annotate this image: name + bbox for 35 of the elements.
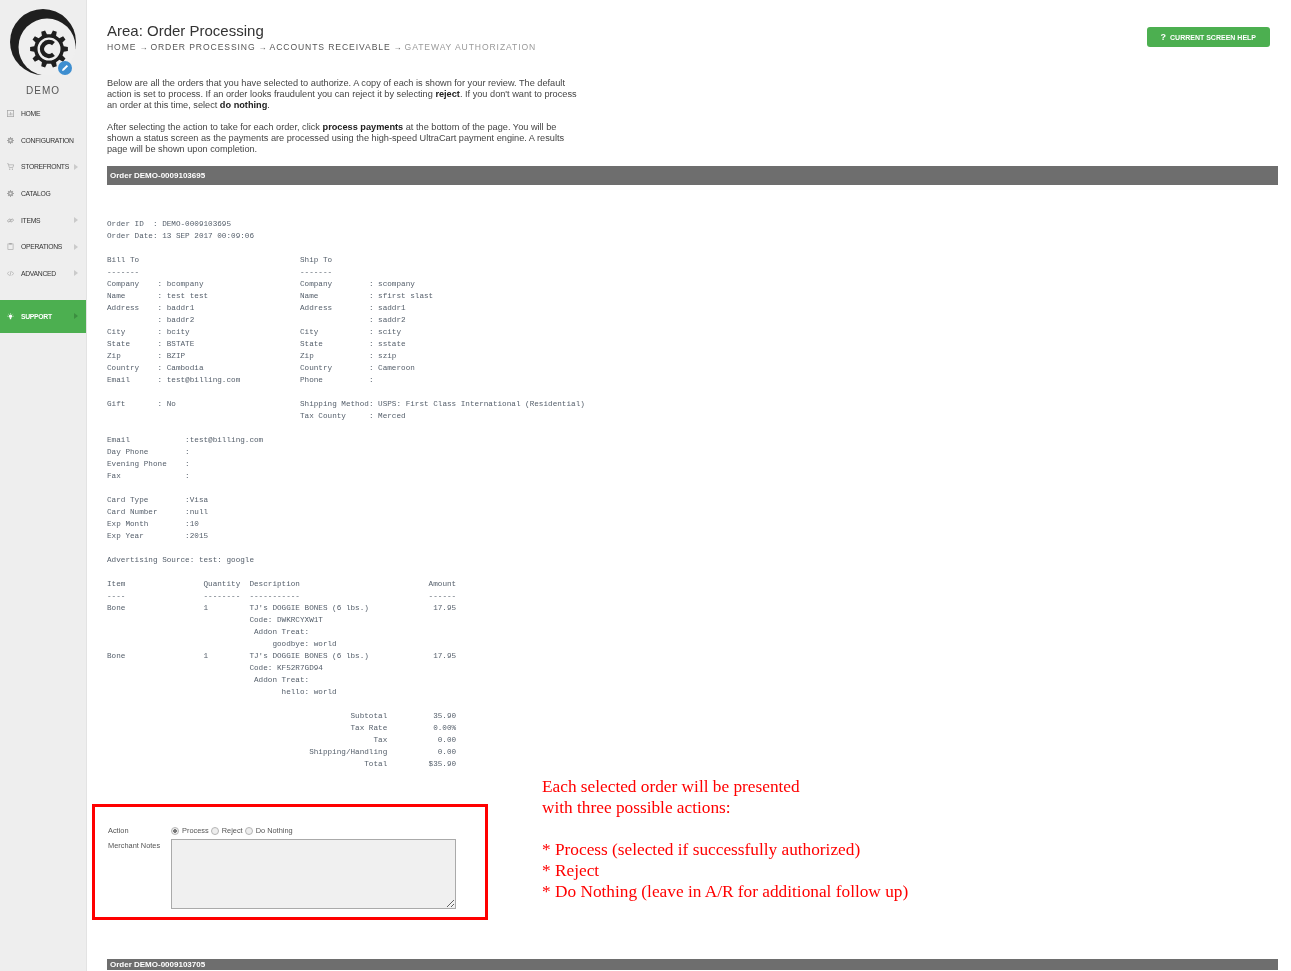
breadcrumb-arrow: →	[139, 42, 148, 53]
cart-icon	[7, 163, 14, 171]
radio-button[interactable]	[210, 827, 219, 835]
gear-icon	[7, 136, 14, 144]
link-icon	[7, 216, 14, 224]
breadcrumb-link[interactable]: HOME	[107, 42, 137, 53]
caret-icon	[74, 243, 78, 250]
annotation-bullet: * Process (selected if successfully authorized)	[542, 839, 862, 860]
caret-icon	[74, 163, 78, 170]
annotation-text: Each selected order will be presented with three possible actions:	[542, 776, 801, 818]
pencil-icon	[58, 61, 72, 75]
breadcrumb-arrow: →	[258, 42, 267, 53]
intro-paragraph: After selecting the action to take for each order, click process payments at the bottom of the page. You will be shown a status screen as the payments are processed using the high-speed UltraCart payment engine. A results page will be shown upon completion.	[107, 122, 566, 155]
notes-field[interactable]	[171, 839, 456, 909]
clipboard-icon	[7, 243, 14, 251]
gear-icon	[7, 189, 14, 197]
breadcrumb-link[interactable]: ORDER PROCESSING	[150, 42, 256, 53]
code-icon	[7, 269, 14, 277]
intro-paragraph: Below are all the orders that you have selected to authorize. A copy of each is shown for your review. The default action is set to process. If an order looks fraudulent you can reject it by selecting reject. If you don't want to process an order at this time, select do nothing.	[107, 78, 578, 111]
page-title: Area: Order Processing	[107, 22, 265, 40]
annotation-bullet: * Do Nothing (leave in A/R for additional follow up)	[542, 881, 909, 902]
logo	[10, 9, 76, 75]
breadcrumb-arrow: →	[393, 42, 402, 53]
caret-icon	[74, 270, 78, 277]
lightbulb-icon	[7, 312, 14, 320]
radio-button[interactable]	[171, 827, 179, 835]
order-header-bar: Order DEMO-0009103705	[107, 959, 1278, 970]
caret-icon	[74, 313, 78, 320]
caret-icon	[74, 217, 78, 224]
chart-icon	[7, 109, 14, 117]
order-header-bar: Order DEMO-0009103695	[107, 166, 1278, 185]
breadcrumb-link[interactable]: ACCOUNTS RECEIVABLE	[269, 42, 391, 53]
account-name: DEMO	[25, 85, 61, 97]
radio-button[interactable]	[244, 827, 253, 835]
annotation-bullet: * Reject	[542, 860, 601, 881]
